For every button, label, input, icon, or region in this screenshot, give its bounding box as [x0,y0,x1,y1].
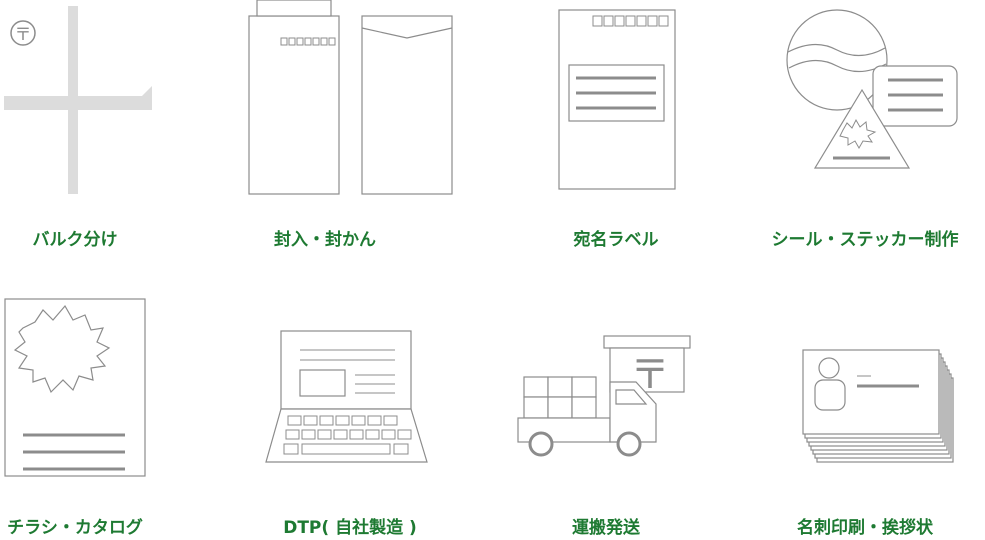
service-dtp[interactable]: DTP( 自社製造 ) [230,280,470,540]
envelope-icon [248,0,453,195]
service-sticker[interactable]: シール・ステッカー制作 [745,0,985,260]
service-label: DTP( 自社製造 ) [283,518,417,538]
service-label: バルク分け [32,230,118,250]
service-address-label[interactable]: 宛名ラベル [496,0,736,260]
sticker-icon [786,9,958,169]
service-label: 運搬発送 [572,518,640,538]
service-bulk-sort[interactable]: 〒 バルク分け [0,0,180,260]
business-card-icon [802,349,954,463]
service-flyer[interactable]: チラシ・カタログ [0,280,195,540]
service-label: 宛名ラベル [573,230,659,250]
laptop-icon [265,330,428,463]
service-shipping[interactable]: 〒 運搬発送 [486,280,726,540]
service-business-card[interactable]: 名刺印刷・挨拶状 [745,280,985,540]
bulk-sort-icon: 〒 [4,6,152,194]
service-label: 名刺印刷・挨拶状 [797,518,933,538]
service-label: 封入・封かん [274,230,376,250]
service-label: シール・ステッカー制作 [771,230,959,250]
postal-mark-small: 〒 [15,25,32,45]
address-label-icon [558,9,676,190]
service-label: チラシ・カタログ [7,518,143,538]
truck-icon: 〒 [517,335,691,457]
flyer-icon [4,298,146,477]
service-envelope[interactable]: 封入・封かん [205,0,453,260]
